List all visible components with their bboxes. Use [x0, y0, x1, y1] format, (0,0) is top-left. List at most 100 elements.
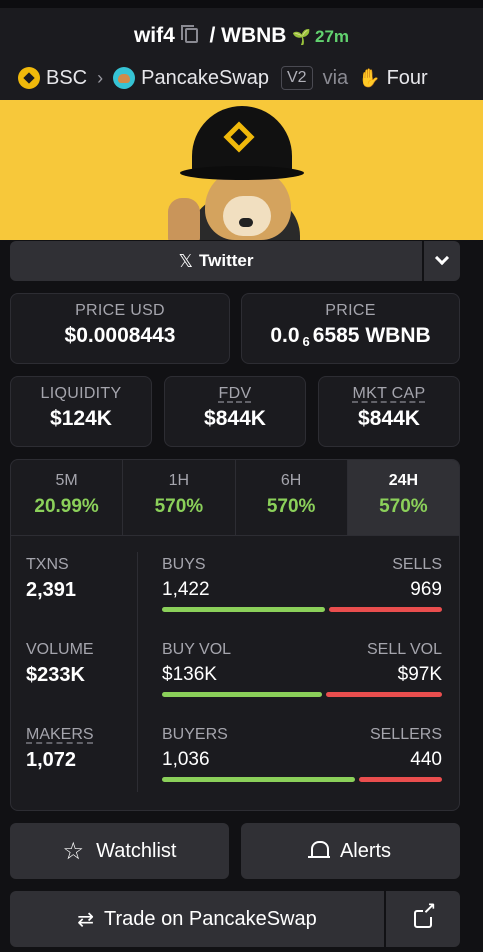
tab-24h[interactable]: 24H 570% — [347, 460, 459, 535]
fdv-card: FDV $844K — [164, 376, 306, 447]
swap-arrows-icon: ⇄ — [77, 908, 94, 931]
market-cap-value: $844K — [358, 407, 420, 430]
dex-version-badge: V2 — [281, 66, 313, 90]
fdv-label[interactable]: FDV — [165, 385, 305, 403]
tab-5m-label: 5M — [55, 472, 78, 489]
banner-hand — [168, 198, 200, 240]
price-usd-label: PRICE USD — [75, 302, 165, 319]
twitter-label: Twitter — [199, 251, 254, 270]
tab-24h-change: 570% — [379, 496, 428, 517]
makers-label[interactable]: MAKERS — [26, 726, 94, 744]
copy-icon[interactable] — [180, 25, 198, 43]
sells-bar — [329, 607, 442, 612]
pair-title: wif4 / WBNB 🌱 27m — [0, 24, 483, 48]
txns-value: 2,391 — [26, 579, 77, 601]
buyers-sellers-row: BUYERS SELLERS 1,036 440 — [162, 726, 442, 782]
makers-value: 1,072 — [26, 749, 77, 771]
sellers-label: SELLERS — [369, 726, 442, 743]
sellers-bar — [359, 777, 442, 782]
trade-button[interactable]: ⇄ Trade on PancakeSwap — [10, 891, 384, 947]
liquidity-label: LIQUIDITY — [40, 385, 122, 402]
dex-link[interactable]: PancakeSwap — [141, 67, 269, 90]
external-link-icon — [414, 903, 436, 928]
market-cap-label[interactable]: MKT CAP — [319, 385, 459, 403]
volume-value: $233K — [26, 664, 85, 686]
quote-token-symbol: WBNB — [221, 24, 287, 47]
bsc-chain-icon — [18, 67, 40, 89]
star-icon: ☆ — [62, 837, 85, 865]
txns-stat: TXNS 2,391 — [26, 556, 76, 602]
buys-label: BUYS — [162, 556, 206, 573]
liquidity-card: LIQUIDITY $124K — [10, 376, 152, 447]
volume-label: VOLUME — [26, 641, 94, 658]
buys-bar — [162, 607, 325, 612]
tab-1h-label: 1H — [168, 472, 190, 489]
token-banner-image — [0, 100, 483, 240]
tab-6h-change: 570% — [266, 496, 316, 517]
buyers-label: BUYERS — [162, 726, 228, 743]
buyers-bar — [162, 777, 355, 782]
open-external-button[interactable] — [386, 891, 460, 947]
sellers-value: 440 — [410, 749, 442, 770]
sell-volume-label: SELL VOL — [366, 641, 442, 658]
pancakeswap-icon — [113, 67, 136, 89]
makers-stat: MAKERS 1,072 — [26, 726, 94, 772]
four-launchpad-icon: ✋ — [358, 67, 381, 88]
banner-cap-brim — [180, 166, 304, 180]
tab-5m-change: 20.99% — [34, 496, 99, 517]
buy-volume-label: BUY VOL — [162, 641, 232, 658]
price-native-card: PRICE 0.0 6 6585 WBNB — [241, 293, 460, 364]
banner-dog-nose — [239, 218, 253, 227]
trading-stats-panel: 5M 20.99% 1H 570% 6H 570% 24H 570% TXNS … — [10, 459, 460, 811]
tab-5m[interactable]: 5M 20.99% — [11, 460, 124, 535]
tab-24h-label: 24H — [388, 472, 419, 489]
banner-dog-face — [223, 196, 271, 236]
sells-label: SELLS — [392, 556, 442, 573]
buys-sells-row: BUYS SELLS 1,422 969 — [162, 556, 442, 612]
x-logo-icon: 𝕏 — [178, 250, 194, 271]
trade-label: Trade on PancakeSwap — [104, 907, 317, 930]
tab-1h-change: 570% — [154, 496, 204, 517]
tab-1h[interactable]: 1H 570% — [123, 460, 236, 535]
market-cap-card: MKT CAP $844K — [318, 376, 460, 447]
price-native-prefix: 0.0 — [270, 324, 300, 347]
pair-separator: / — [209, 24, 216, 47]
chain-link[interactable]: BSC — [46, 67, 87, 90]
via-text: via — [322, 66, 349, 89]
pair-age: 27m — [315, 27, 350, 46]
pair-header: wif4 / WBNB 🌱 27m BSC › PancakeSwap V2 vi… — [0, 0, 483, 100]
social-links: 𝕏 Twitter — [10, 241, 460, 281]
bell-icon — [307, 841, 330, 861]
watchlist-button[interactable]: ☆ Watchlist — [10, 823, 229, 879]
price-native-value: 0.0 6 6585 WBNB — [242, 324, 459, 349]
buys-value: 1,422 — [162, 579, 210, 600]
txns-label: TXNS — [26, 556, 69, 573]
alerts-button[interactable]: Alerts — [241, 823, 460, 879]
price-native-zero-count: 6 — [302, 334, 310, 349]
price-native-unit: WBNB — [365, 324, 431, 347]
watchlist-label: Watchlist — [96, 839, 177, 862]
launchpad-link[interactable]: Four — [387, 67, 428, 90]
price-native-digits: 6585 — [312, 324, 360, 347]
tab-6h-label: 6H — [280, 472, 302, 489]
volume-split-bar — [162, 692, 442, 697]
price-usd-value: $0.0008443 — [64, 324, 176, 347]
buy-volume-value: $136K — [162, 664, 217, 685]
chevron-right-icon: › — [97, 67, 104, 88]
twitter-button[interactable]: 𝕏 Twitter — [10, 241, 422, 281]
liquidity-value: $124K — [50, 407, 112, 430]
timeframe-tabs: 5M 20.99% 1H 570% 6H 570% 24H 570% — [11, 460, 459, 536]
volume-stat: VOLUME $233K — [26, 641, 94, 687]
price-usd-card: PRICE USD $0.0008443 — [10, 293, 230, 364]
sell-volume-value: $97K — [397, 664, 442, 685]
buys-sells-bar — [162, 607, 442, 612]
more-socials-button[interactable] — [424, 241, 460, 281]
price-native-label: PRICE — [325, 302, 376, 319]
stats-divider — [137, 552, 138, 792]
base-token-symbol: wif4 — [133, 24, 175, 47]
tab-6h[interactable]: 6H 570% — [236, 460, 348, 535]
sell-volume-bar — [326, 692, 442, 697]
sells-value: 969 — [410, 579, 442, 600]
breadcrumb: BSC › PancakeSwap V2 via ✋ Four — [18, 66, 468, 90]
fdv-value: $844K — [204, 407, 266, 430]
